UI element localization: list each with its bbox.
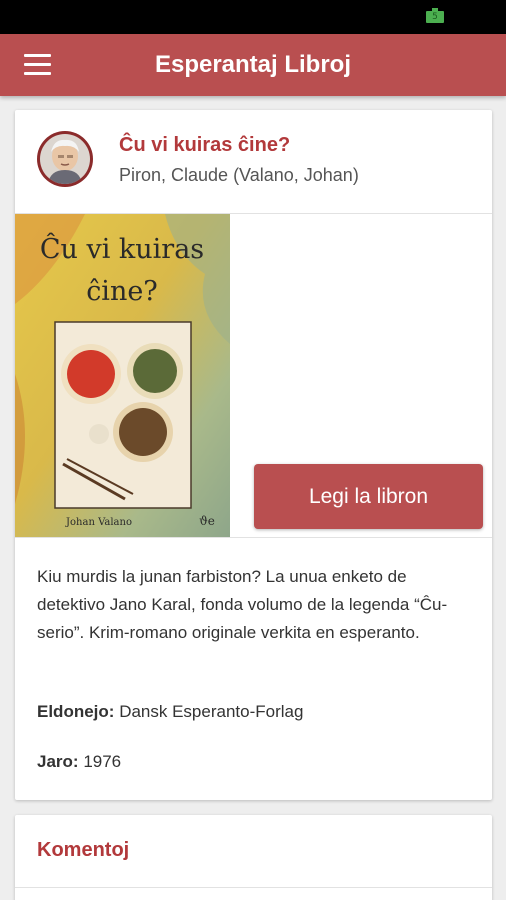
year-label: Jaro:: [37, 752, 79, 771]
app-title: Esperantaj Libroj: [154, 51, 352, 78]
battery-icon: 5: [426, 8, 444, 23]
year-row: Jaro: 1976: [37, 752, 121, 772]
book-cover[interactable]: Ĉu vi kuiras ĉine? Johan Valano ϑe: [15, 214, 230, 537]
book-title: Ĉu vi kuiras ĉine?: [119, 134, 291, 156]
publisher-value: Dansk Esperanto-Forlag: [119, 702, 304, 721]
menu-icon[interactable]: [14, 47, 60, 83]
publisher-row: Eldonejo: Dansk Esperanto-Forlag: [37, 702, 303, 722]
cover-title-line1: Ĉu vi kuiras: [40, 231, 204, 265]
publisher-label: Eldonejo:: [37, 702, 115, 721]
book-description: Kiu murdis la junan farbiston? La unua e…: [37, 567, 448, 642]
read-book-button[interactable]: Legi la libron: [254, 464, 483, 529]
status-bar: 5: [0, 0, 506, 34]
comments-title: Komentoj: [37, 839, 130, 861]
divider: [15, 887, 492, 888]
year-value: 1976: [83, 752, 122, 771]
book-card: Ĉu vi kuiras ĉine? Piron, Claude (Valano…: [15, 110, 492, 800]
divider: [15, 537, 492, 538]
app-bar: Esperantaj Libroj: [0, 34, 506, 96]
svg-text:ϑe: ϑe: [199, 514, 215, 528]
cover-author: Johan Valano: [65, 517, 132, 528]
author-avatar: [37, 131, 93, 187]
book-author: Piron, Claude (Valano, Johan): [119, 165, 359, 185]
cover-title-line2: ĉine?: [86, 276, 158, 307]
battery-level: 5: [432, 12, 438, 22]
comments-card: Komentoj: [15, 815, 492, 900]
